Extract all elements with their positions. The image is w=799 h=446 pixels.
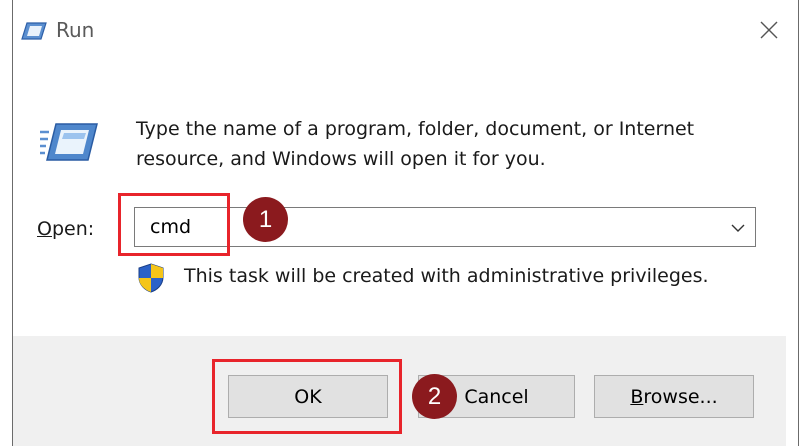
run-icon (21, 21, 47, 45)
uac-shield-icon (137, 263, 165, 297)
window-title: Run (56, 18, 95, 42)
admin-privileges-note: This task will be created with administr… (184, 265, 709, 287)
close-icon (760, 21, 778, 39)
close-button[interactable] (752, 14, 786, 46)
run-program-icon (40, 122, 98, 166)
dropdown-button[interactable] (729, 219, 747, 237)
step-badge-2: 2 (412, 374, 457, 419)
step-badge-1: 1 (243, 197, 288, 242)
browse-button[interactable]: Browse... (594, 375, 754, 418)
chevron-down-icon (731, 224, 745, 232)
dialog-description: Type the name of a program, folder, docu… (136, 118, 695, 170)
highlight-input (118, 193, 230, 256)
open-label: Open: (37, 218, 95, 240)
highlight-ok-button (212, 359, 402, 434)
